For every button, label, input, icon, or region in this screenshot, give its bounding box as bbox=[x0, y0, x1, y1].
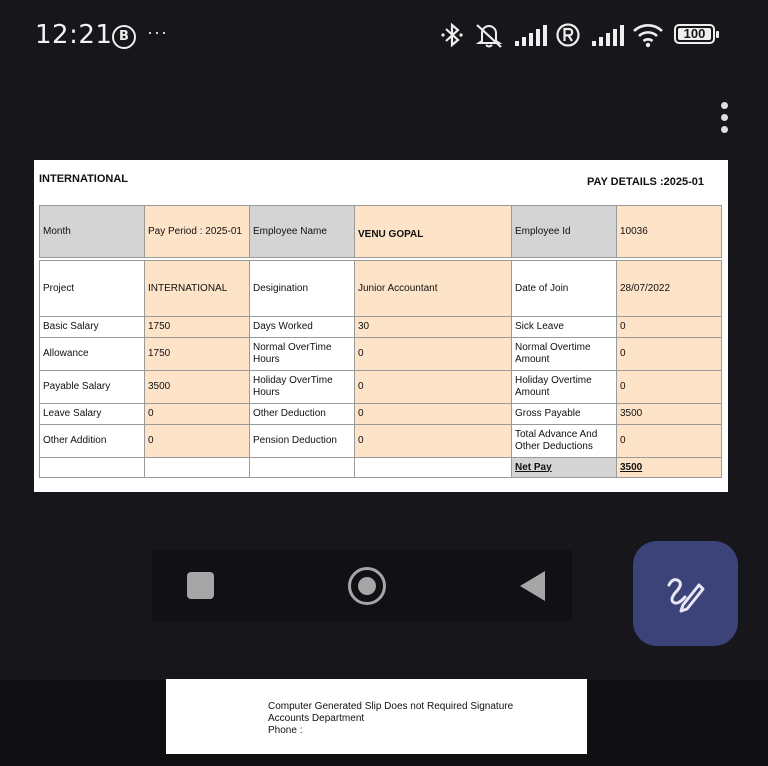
back-button[interactable] bbox=[520, 571, 545, 601]
table-row: Project INTERNATIONAL Desigination Junio… bbox=[39, 260, 722, 317]
cell: Gross Payable bbox=[511, 403, 617, 425]
table-row: Basic Salary 1750 Days Worked 30 Sick Le… bbox=[39, 316, 722, 338]
employee-id: 10036 bbox=[616, 205, 722, 258]
cell: Other Deduction bbox=[249, 403, 355, 425]
edit-pen-icon bbox=[667, 578, 705, 613]
edit-fab-button[interactable] bbox=[633, 541, 738, 646]
status-bar: 12:21 B ··· 100 bbox=[0, 0, 768, 72]
footer-phone: Phone : bbox=[268, 725, 303, 736]
pay-period: Pay Period : 2025-01 bbox=[144, 205, 250, 258]
payslip-header-table: Month Pay Period : 2025-01 Employee Name… bbox=[39, 205, 722, 258]
cell: 0 bbox=[616, 424, 722, 458]
cell: 0 bbox=[354, 370, 512, 404]
cell: 0 bbox=[616, 337, 722, 371]
cell: 0 bbox=[354, 403, 512, 425]
employee-name-label: Employee Name bbox=[249, 205, 355, 258]
pay-details-heading: PAY DETAILS :2025-01 bbox=[587, 176, 704, 188]
cell bbox=[249, 457, 355, 478]
footer-page: Computer Generated Slip Does not Require… bbox=[166, 679, 587, 754]
employee-name: VENU GOPAL bbox=[354, 205, 512, 258]
cell: 0 bbox=[616, 316, 722, 338]
table-row: Leave Salary 0 Other Deduction 0 Gross P… bbox=[39, 403, 722, 425]
cell: 30 bbox=[354, 316, 512, 338]
silent-bell-icon bbox=[475, 24, 503, 48]
cell: Total Advance And Other Deductions bbox=[511, 424, 617, 458]
cell: Basic Salary bbox=[39, 316, 145, 338]
cell bbox=[354, 457, 512, 478]
cell: 1750 bbox=[144, 337, 250, 371]
cell: Desigination bbox=[249, 260, 355, 317]
cell: Days Worked bbox=[249, 316, 355, 338]
cell: INTERNATIONAL bbox=[144, 260, 250, 317]
more-options-icon[interactable] bbox=[721, 102, 731, 138]
cell: 0 bbox=[354, 337, 512, 371]
org-heading: INTERNATIONAL bbox=[39, 173, 129, 185]
cell: 0 bbox=[144, 424, 250, 458]
cell: Other Addition bbox=[39, 424, 145, 458]
cell: Payable Salary bbox=[39, 370, 145, 404]
employee-id-label: Employee Id bbox=[511, 205, 617, 258]
cell: Leave Salary bbox=[39, 403, 145, 425]
cell: Junior Accountant bbox=[354, 260, 512, 317]
cell: 0 bbox=[354, 424, 512, 458]
footer-department: Accounts Department bbox=[268, 713, 365, 724]
cell: 0 bbox=[616, 370, 722, 404]
table-row: Net Pay 3500 bbox=[39, 457, 722, 478]
cell: 1750 bbox=[144, 316, 250, 338]
footer-signature-note: Computer Generated Slip Does not Require… bbox=[268, 701, 514, 712]
cell: 28/07/2022 bbox=[616, 260, 722, 317]
table-row: Other Addition 0 Pension Deduction 0 Tot… bbox=[39, 424, 722, 458]
signal-icon-1 bbox=[515, 25, 547, 46]
cell: Date of Join bbox=[511, 260, 617, 317]
cell: Sick Leave bbox=[511, 316, 617, 338]
cell: 0 bbox=[144, 403, 250, 425]
navigation-bar bbox=[152, 550, 572, 622]
more-notifications-icon: ··· bbox=[147, 22, 168, 42]
cell: Holiday OverTime Hours bbox=[249, 370, 355, 404]
net-pay-label: Net Pay bbox=[511, 457, 617, 478]
whatsapp-business-icon: B bbox=[112, 25, 136, 49]
cell bbox=[144, 457, 250, 478]
home-button[interactable] bbox=[348, 567, 386, 605]
cell: Holiday Overtime Amount bbox=[511, 370, 617, 404]
table-row: Allowance 1750 Normal OverTime Hours 0 N… bbox=[39, 337, 722, 371]
signal-icon-2 bbox=[592, 25, 624, 46]
payslip-details-table: Project INTERNATIONAL Desigination Junio… bbox=[39, 260, 722, 478]
cell: Pension Deduction bbox=[249, 424, 355, 458]
roaming-icon bbox=[556, 23, 580, 47]
cell: Normal OverTime Hours bbox=[249, 337, 355, 371]
cell: Normal Overtime Amount bbox=[511, 337, 617, 371]
table-row: Payable Salary 3500 Holiday OverTime Hou… bbox=[39, 370, 722, 404]
home-icon bbox=[358, 577, 376, 595]
payslip-document: INTERNATIONAL PAY DETAILS :2025-01 Month… bbox=[34, 160, 728, 492]
cell bbox=[39, 457, 145, 478]
bluetooth-icon bbox=[441, 22, 463, 48]
month-label: Month bbox=[39, 205, 145, 258]
recents-button[interactable] bbox=[187, 572, 214, 599]
cell: Allowance bbox=[39, 337, 145, 371]
battery-level: 100 bbox=[683, 26, 706, 41]
net-pay-value: 3500 bbox=[616, 457, 722, 478]
battery-icon: 100 bbox=[674, 24, 719, 44]
cell: 3500 bbox=[144, 370, 250, 404]
cell: Project bbox=[39, 260, 145, 317]
wifi-icon bbox=[633, 24, 663, 48]
cell: 3500 bbox=[616, 403, 722, 425]
clock: 12:21 bbox=[35, 20, 113, 50]
